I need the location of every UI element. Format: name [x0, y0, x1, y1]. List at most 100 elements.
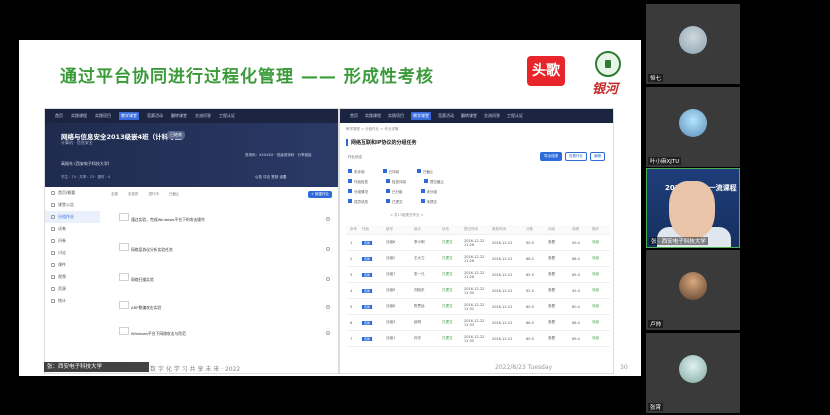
- table-cell[interactable]: 查看: [362, 320, 386, 325]
- filter-checkbox[interactable]: 已分组: [386, 189, 403, 195]
- table-cell[interactable]: 评阅: [592, 304, 610, 309]
- table-cell[interactable]: 评阅: [592, 336, 610, 341]
- sidebar-item[interactable]: 课件: [45, 259, 100, 271]
- nav-item[interactable]: 竞赛活动: [147, 113, 163, 119]
- table-cell[interactable]: 查看: [362, 272, 386, 277]
- filter-checkbox[interactable]: 成员状态: [348, 199, 368, 205]
- sidebar-item[interactable]: 问卷: [45, 235, 100, 247]
- table-cell: 已提交: [442, 256, 453, 260]
- filter-checkbox[interactable]: 未分组: [420, 189, 437, 195]
- nav-item[interactable]: 翻转课堂: [171, 113, 187, 119]
- table-cell[interactable]: 查看: [362, 240, 386, 245]
- table-cell: 分组7: [386, 272, 396, 276]
- table-cell[interactable]: 评阅: [592, 240, 610, 245]
- nav-item[interactable]: 工程认证: [219, 113, 235, 119]
- table-cell[interactable]: 查看: [548, 288, 572, 293]
- table-cell[interactable]: 查看: [362, 256, 386, 261]
- nav-item[interactable]: 实践项目: [388, 113, 404, 119]
- table-cell[interactable]: 评阅: [592, 256, 610, 261]
- filter-checkbox[interactable]: 分组情况: [348, 189, 368, 195]
- export-grades-button[interactable]: 导出成绩: [540, 152, 562, 161]
- nav-item-active[interactable]: 教学课堂: [411, 112, 431, 120]
- sidebar-item[interactable]: 试卷: [45, 223, 100, 235]
- filter-checkbox[interactable]: 已截止: [417, 169, 434, 175]
- tab-ongoing[interactable]: 进行中: [149, 192, 160, 197]
- more-icon[interactable]: [326, 305, 330, 309]
- table-cell[interactable]: 查看: [548, 304, 572, 309]
- filter-checkbox[interactable]: 未提交: [420, 199, 437, 205]
- table-cell: 89.0: [526, 336, 534, 341]
- sidebar-item[interactable]: 资源: [45, 283, 100, 295]
- nav-item[interactable]: 首页: [350, 113, 358, 119]
- nav-item[interactable]: 首页: [55, 113, 63, 119]
- table-cell[interactable]: 查看: [548, 320, 572, 325]
- task-title[interactable]: Windows平台下网络攻击与防范: [131, 331, 186, 337]
- filter-checkbox[interactable]: 检查评阅: [386, 179, 406, 185]
- more-icon[interactable]: [326, 247, 330, 251]
- task-title[interactable]: 网络层协议分析实验任务: [131, 247, 173, 253]
- table-cell: 90.0: [526, 240, 534, 245]
- more-icon[interactable]: [326, 331, 330, 335]
- table-cell[interactable]: 评阅: [592, 320, 610, 325]
- submission-pager[interactable]: < 共17组提交作业 >: [390, 213, 424, 218]
- table-row[interactable]: 1 查看 分组6 李小明 已提交 2016-12-22 11:26 2016-12-22 90…: [346, 235, 610, 251]
- table-cell: 7: [350, 336, 353, 341]
- table-row[interactable]: 7 查看 分组1 孙宇 已提交 2016-12-22 11:35 2016-12-22 89.…: [346, 331, 610, 347]
- tab-all[interactable]: 全部: [111, 192, 118, 197]
- task-title[interactable]: 通过实验，完成Windows平台下的攻击操作: [131, 217, 205, 223]
- table-cell[interactable]: 查看: [362, 304, 386, 309]
- nav-item[interactable]: 实践项目: [95, 113, 111, 119]
- sidebar-item[interactable]: 统计: [45, 295, 100, 307]
- more-icon[interactable]: [326, 277, 330, 281]
- sidebar-item-active[interactable]: 分组作业: [45, 211, 100, 223]
- nav-item[interactable]: 实践课程: [365, 113, 381, 119]
- table-row[interactable]: 3 查看 分组7 张一凡 已提交 2016-12-22 11:28 2016-12-22 85…: [346, 267, 610, 283]
- participant-tile[interactable]: 张霄: [646, 333, 740, 413]
- table-row[interactable]: 5 查看 分组8 陈思远 已提交 2016-12-22 11:31 2016-12-22 80…: [346, 299, 610, 315]
- table-cell[interactable]: 查看: [548, 240, 572, 245]
- filter-checkbox[interactable]: 作品检查: [348, 179, 368, 185]
- nav-item[interactable]: 交流问答: [195, 113, 211, 119]
- table-cell[interactable]: 查看: [548, 256, 572, 261]
- nav-item[interactable]: 交流问答: [484, 113, 500, 119]
- course-invite-info: 邀请码：XXXXXX · 班级邀请码 · 分享链接: [245, 153, 312, 157]
- sidebar-item[interactable]: 课堂公告: [45, 199, 100, 211]
- task-title[interactable]: 网络扫描实验: [131, 277, 154, 283]
- new-task-button[interactable]: + 新建作业: [307, 191, 332, 198]
- filter-checkbox[interactable]: 提交截止: [424, 179, 444, 185]
- sidebar-item[interactable]: 首页/概要: [45, 187, 100, 199]
- nav-item[interactable]: 实践课程: [71, 113, 87, 119]
- more-icon[interactable]: [326, 217, 330, 221]
- table-cell[interactable]: 查看: [548, 336, 572, 341]
- task-title: 网络互联和IP协议的分组任务: [346, 139, 417, 146]
- nav-item-active[interactable]: 教学课堂: [119, 112, 139, 120]
- table-row[interactable]: 6 查看 分组3 赵明 已提交 2016-12-22 11:33 2016-12-22 86.…: [346, 315, 610, 331]
- table-cell[interactable]: 查看: [362, 288, 386, 293]
- nav-item[interactable]: 竞赛活动: [438, 113, 454, 119]
- table-cell[interactable]: 查看: [548, 272, 572, 277]
- table-cell[interactable]: 评阅: [592, 288, 610, 293]
- task-title[interactable]: ARP欺骗攻击实验: [131, 305, 161, 311]
- sidebar-item[interactable]: 视频: [45, 271, 100, 283]
- table-row[interactable]: 4 查看 分组9 刘晓东 已提交 2016-12-22 11:30 2016-12-22 92…: [346, 283, 610, 299]
- edit-button[interactable]: 编辑: [590, 152, 605, 161]
- table-cell: 2016-12-22: [492, 304, 513, 309]
- tab-closed[interactable]: 已截止: [169, 192, 180, 197]
- participant-tile[interactable]: 卢帅: [646, 250, 740, 330]
- filter-checkbox[interactable]: 已提交: [386, 199, 403, 205]
- participant-tile[interactable]: 叶小麻XJTU: [646, 87, 740, 167]
- table-cell[interactable]: 评阅: [592, 272, 610, 277]
- table-cell[interactable]: 查看: [362, 336, 386, 341]
- breadcrumb[interactable]: 教学课堂 > 分组作业 > 作业详情: [346, 127, 398, 132]
- sidebar-item[interactable]: 讨论: [45, 247, 100, 259]
- tab-unpublished[interactable]: 未发布: [128, 192, 139, 197]
- filter-checkbox[interactable]: 未评阅: [348, 169, 365, 175]
- participant-tile[interactable]: 恒七: [646, 4, 740, 84]
- filter-checkbox[interactable]: 已评阅: [382, 169, 399, 175]
- view-task-button[interactable]: 查看作业: [565, 152, 587, 161]
- nav-item[interactable]: 工程认证: [507, 113, 523, 119]
- table-row[interactable]: 2 查看 分组2 王大力 已提交 2016-12-22 11:26 2016-12-22 88…: [346, 251, 610, 267]
- nav-item[interactable]: 翻转课堂: [461, 113, 477, 119]
- active-speaker-tile[interactable]: 2022年中 ·· 一流课程 张 · 西安电子科技大学: [646, 168, 740, 248]
- course-actions[interactable]: 公告 讨论 签到 设置: [255, 175, 286, 180]
